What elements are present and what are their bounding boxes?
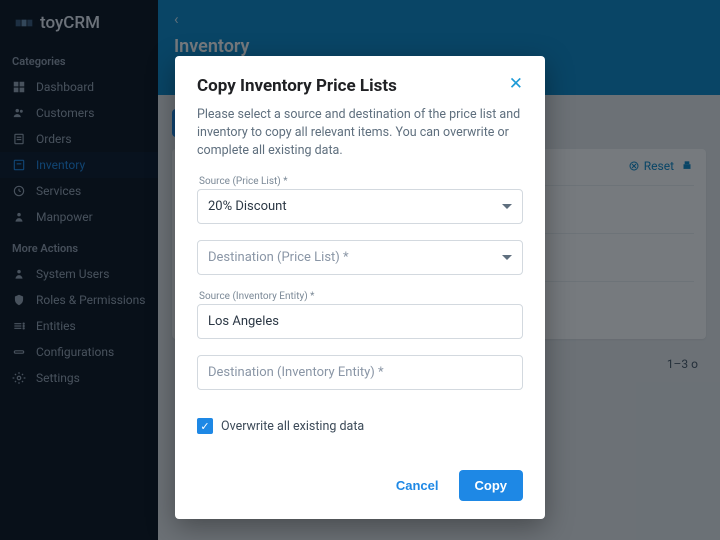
source-inventory-label: Source (Inventory Entity) * bbox=[197, 291, 523, 302]
dest-pricelist-placeholder: Destination (Price List) * bbox=[208, 250, 349, 265]
modal-title: Copy Inventory Price Lists bbox=[197, 76, 397, 96]
source-inventory-field: Source (Inventory Entity) * Los Angeles bbox=[197, 291, 523, 339]
copy-button[interactable]: Copy bbox=[459, 470, 524, 501]
modal-description: Please select a source and destination o… bbox=[197, 106, 523, 160]
dest-inventory-placeholder: Destination (Inventory Entity) * bbox=[208, 365, 384, 380]
dest-inventory-input[interactable]: Destination (Inventory Entity) * bbox=[197, 355, 523, 390]
chevron-down-icon bbox=[502, 204, 512, 209]
source-pricelist-label: Source (Price List) * bbox=[197, 176, 523, 187]
copy-pricelists-modal: Copy Inventory Price Lists ✕ Please sele… bbox=[175, 56, 545, 519]
source-pricelist-value: 20% Discount bbox=[208, 199, 287, 214]
source-pricelist-field: Source (Price List) * 20% Discount bbox=[197, 176, 523, 224]
source-inventory-value: Los Angeles bbox=[208, 314, 279, 329]
overwrite-checkbox[interactable]: ✓ bbox=[197, 418, 213, 434]
modal-overlay: Copy Inventory Price Lists ✕ Please sele… bbox=[0, 0, 720, 540]
dest-pricelist-select[interactable]: Destination (Price List) * bbox=[197, 240, 523, 275]
dest-pricelist-field: Destination (Price List) * bbox=[197, 240, 523, 275]
source-inventory-input[interactable]: Los Angeles bbox=[197, 304, 523, 339]
close-icon[interactable]: ✕ bbox=[509, 76, 523, 93]
cancel-button[interactable]: Cancel bbox=[386, 470, 449, 501]
source-pricelist-select[interactable]: 20% Discount bbox=[197, 189, 523, 224]
chevron-down-icon bbox=[502, 255, 512, 260]
overwrite-label: Overwrite all existing data bbox=[221, 419, 364, 434]
overwrite-checkbox-row[interactable]: ✓ Overwrite all existing data bbox=[197, 418, 523, 434]
dest-inventory-field: Destination (Inventory Entity) * bbox=[197, 355, 523, 390]
